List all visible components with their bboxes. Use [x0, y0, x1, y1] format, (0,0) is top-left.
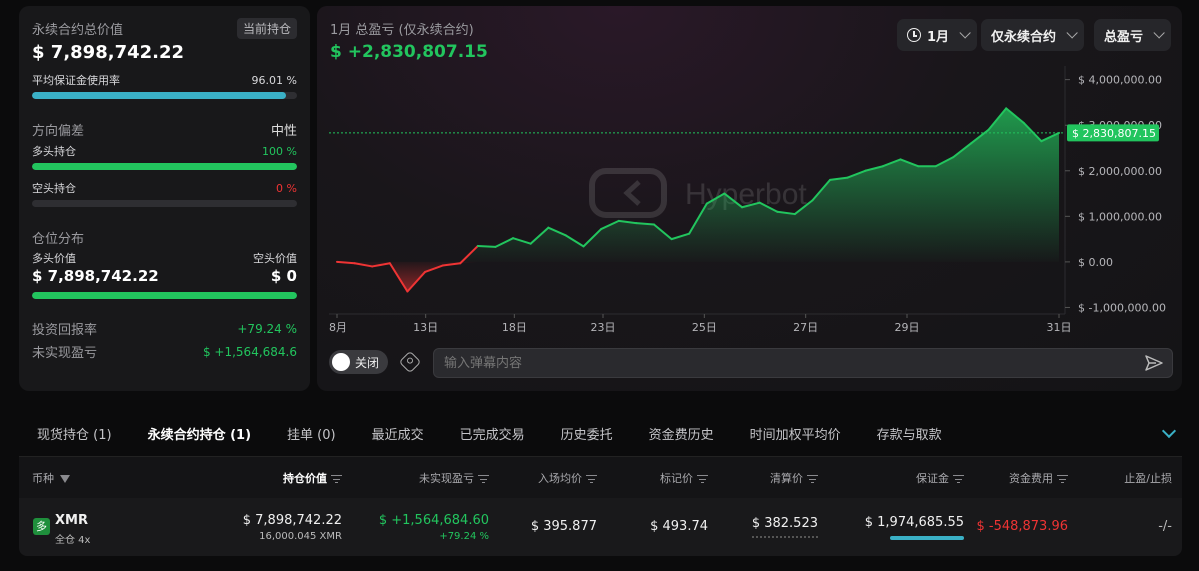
hyperbot-watermark: Hyperbot — [589, 168, 807, 218]
funding-fee: $ -548,873.96 — [976, 519, 1068, 534]
sort-icon — [953, 475, 964, 483]
pnl-series-segment — [336, 260, 356, 265]
danmaku-input[interactable] — [434, 349, 1124, 377]
x-tick-label: 29日 — [895, 321, 920, 334]
liq-price: $ 382.523 — [751, 516, 818, 531]
col-coin[interactable]: 币种 — [32, 470, 70, 486]
long-position-label: 多头持仓 — [32, 145, 76, 158]
margin-value: $ 1,974,685.55 — [864, 515, 964, 530]
roi-value: +79.24 % — [237, 321, 297, 336]
liq-price-underline — [752, 536, 818, 538]
x-tick-label: 27日 — [793, 321, 818, 334]
pnl-chart-panel: 1月 总盈亏 (仅永续合约) $ +2,830,807.15 1月 仅永续合约 … — [317, 6, 1182, 391]
positions-table-header: 币种 持仓价值 未实现盈亏 入场均价 标记价 清算价 保证金 资金费用 止盈/止… — [19, 456, 1182, 498]
col-position-value[interactable]: 持仓价值 — [283, 470, 342, 486]
short-position-value: 0 % — [276, 181, 297, 195]
long-position-bar — [32, 163, 297, 170]
y-tick-label: $ 4,000,000.00 — [1078, 74, 1162, 87]
sort-icon — [807, 475, 818, 483]
tab-funding-history[interactable]: 资金费历史 — [631, 424, 732, 443]
sort-icon — [1057, 475, 1068, 483]
y-tick-label: $ 1,000,000.00 — [1078, 210, 1162, 223]
tab-order-history[interactable]: 历史委托 — [543, 424, 631, 443]
sort-icon — [697, 475, 708, 483]
position-tabs: 现货持仓 (1) 永续合约持仓 (1) 挂单 (0) 最近成交 已完成交易 历史… — [19, 410, 1182, 456]
current-position-badge[interactable]: 当前持仓 — [236, 18, 297, 39]
mark-price: $ 493.74 — [650, 519, 708, 534]
x-tick-label: 13日 — [413, 321, 438, 334]
danmaku-toggle[interactable]: 关闭 — [329, 350, 388, 374]
tab-recent-fills[interactable]: 最近成交 — [354, 424, 442, 443]
tab-perp[interactable]: 永续合约持仓 (1) — [130, 424, 269, 443]
position-value: $ 7,898,742.22 — [242, 513, 342, 528]
toggle-knob — [332, 353, 350, 371]
distribution-label: 仓位分布 — [32, 232, 85, 247]
col-mark-price[interactable]: 标记价 — [660, 470, 708, 486]
short-position-bar — [32, 200, 297, 207]
direction-bias-label: 方向偏差 — [32, 124, 85, 139]
settings-icon[interactable] — [398, 350, 422, 374]
filter-icon[interactable] — [60, 475, 70, 483]
distribution-bar — [32, 292, 297, 299]
total-value-label: 永续合约总价值 — [32, 23, 124, 38]
sort-icon — [331, 475, 342, 483]
y-tick-label: $ 2,000,000.00 — [1078, 165, 1162, 178]
x-tick-label: 31日 — [1047, 321, 1072, 334]
tab-twap[interactable]: 时间加权平均价 — [732, 424, 859, 443]
tab-deposits-withdrawals[interactable]: 存款与取款 — [859, 424, 960, 443]
unrealized-pnl: $ +1,564,684.60 — [378, 513, 489, 528]
sort-icon — [478, 475, 489, 483]
col-entry-price[interactable]: 入场均价 — [538, 470, 597, 486]
x-tick-label: 18日 — [502, 321, 527, 334]
col-tpsl: 止盈/止损 — [1124, 472, 1172, 485]
coin-name[interactable]: XMR — [55, 513, 88, 528]
position-qty: 16,000.045 XMR — [259, 531, 342, 542]
tab-open-orders[interactable]: 挂单 (0) — [269, 424, 354, 443]
short-position-label: 空头持仓 — [32, 182, 76, 195]
unrealized-pnl-value: $ +1,564,684.6 — [202, 344, 297, 359]
x-tick-label: 23日 — [591, 321, 616, 334]
unrealized-pnl-label: 未实现盈亏 — [32, 346, 98, 361]
collapse-chevron-icon[interactable] — [1161, 423, 1177, 439]
toggle-label: 关闭 — [355, 355, 380, 370]
roi-label: 投资回报率 — [32, 323, 98, 338]
x-tick-label: 25日 — [692, 321, 717, 334]
total-value: $ 7,898,742.22 — [32, 42, 185, 63]
portfolio-summary-panel: 永续合约总价值 当前持仓 $ 7,898,742.22 平均保证金使用率 96.… — [19, 6, 310, 391]
y-tick-label: $ -1,000,000.00 — [1078, 301, 1166, 314]
y-tick-label: $ 0.00 — [1078, 256, 1113, 269]
pnl-series-segment — [635, 222, 655, 226]
long-position-value: 100 % — [262, 144, 297, 158]
col-unrealized-pnl[interactable]: 未实现盈亏 — [419, 470, 489, 486]
long-amount: $ 7,898,742.22 — [32, 267, 159, 285]
entry-price: $ 395.877 — [530, 519, 597, 534]
tab-spot[interactable]: 现货持仓 (1) — [19, 424, 130, 443]
x-tick-label: 8月 — [329, 321, 347, 334]
pnl-area-negative — [337, 261, 1059, 292]
short-amount: $ 0 — [270, 267, 297, 285]
long-amount-label: 多头价值 — [32, 252, 76, 265]
tpsl-value[interactable]: -/- — [1158, 519, 1172, 534]
margin-usage-label: 平均保证金使用率 — [32, 74, 120, 87]
margin-usage-bar — [32, 92, 297, 99]
sort-icon — [586, 475, 597, 483]
current-value-tag: $ 2,830,807.15 — [1067, 124, 1159, 142]
current-value-label: $ 2,830,807.15 — [1072, 127, 1156, 140]
long-side-badge: 多 — [33, 518, 50, 535]
margin-usage-value: 96.01 % — [251, 73, 297, 87]
pnl-area-chart: Hyperbot $ 4,000,000.00$ 3,000,000.00$ 2… — [329, 66, 1166, 334]
pnl-series-segment — [476, 244, 497, 248]
send-icon[interactable] — [1144, 353, 1164, 373]
margin-usage-mini-bar — [890, 536, 964, 540]
col-funding[interactable]: 资金费用 — [1009, 470, 1068, 486]
short-amount-label: 空头价值 — [253, 252, 297, 265]
leverage-label: 全仓 4x — [55, 535, 91, 546]
direction-bias-value: 中性 — [270, 124, 297, 139]
danmaku-input-wrap — [433, 348, 1173, 378]
col-margin[interactable]: 保证金 — [916, 470, 964, 486]
col-liq-price[interactable]: 清算价 — [770, 470, 818, 486]
tab-completed-trades[interactable]: 已完成交易 — [442, 424, 543, 443]
table-row[interactable]: 多 XMR 全仓 4x $ 7,898,742.22 16,000.045 XM… — [19, 498, 1182, 556]
unrealized-pnl-pct: +79.24 % — [439, 531, 489, 542]
